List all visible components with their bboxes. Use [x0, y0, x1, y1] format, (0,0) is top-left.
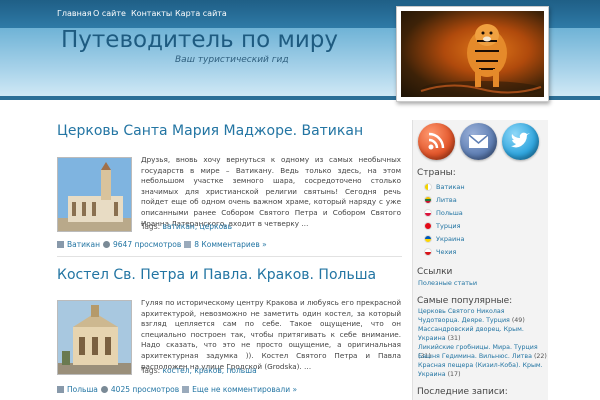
eye-icon	[103, 241, 111, 248]
nav-item-about[interactable]: О сайте	[93, 9, 126, 18]
post-excerpt: Друзья, вновь хочу вернуться к одному из…	[141, 155, 401, 228]
flag-icon	[424, 183, 432, 191]
eye-icon	[100, 386, 108, 393]
tiger-photo	[401, 11, 544, 97]
folder-icon	[57, 241, 64, 248]
header-photo-frame	[396, 6, 549, 102]
post-title[interactable]: Костел Св. Петра и Павла. Краков. Польша	[57, 267, 376, 283]
popular-count: (22)	[533, 353, 547, 360]
rss-icon[interactable]	[418, 123, 455, 160]
popular-count: (17)	[447, 370, 461, 378]
popular-link[interactable]: Церковь Святого Николая Чудотворца. Деяр…	[418, 308, 510, 324]
country-label: Украина	[436, 235, 465, 243]
post-thumbnail[interactable]	[57, 157, 132, 232]
post-views: 9647 просмотров	[113, 240, 182, 249]
flag-icon	[424, 248, 432, 256]
comment-icon	[182, 386, 190, 393]
country-label: Ватикан	[436, 183, 465, 191]
popular-link[interactable]: Башня Гедимина. Вильнюс. Литва	[418, 353, 532, 360]
church-image	[58, 301, 131, 374]
church-image	[58, 158, 131, 231]
post-category[interactable]: Ватикан	[67, 240, 100, 249]
comment-icon	[184, 241, 192, 248]
post-category[interactable]: Польша	[67, 385, 98, 394]
link-useful-articles[interactable]: Полезные статьи	[418, 279, 477, 287]
popular-count: (49)	[511, 316, 525, 324]
flag-icon	[424, 209, 432, 217]
post-comments-link[interactable]: 8 Комментариев »	[194, 240, 267, 249]
post-divider	[57, 256, 402, 257]
popular-item: Церковь Святого Николая Чудотворца. Деяр…	[418, 308, 548, 325]
popular-item: Башня Гедимина. Вильнюс. Литва (22)	[418, 353, 548, 362]
post-excerpt: Гуляя по историческому центру Кракова и …	[141, 298, 401, 371]
post-thumbnail[interactable]	[57, 300, 132, 375]
nav-item-sitemap[interactable]: Карта сайта	[175, 9, 227, 18]
tags-label: Tags:	[141, 366, 161, 375]
country-label: Польша	[436, 209, 463, 217]
tiger-illustration	[420, 24, 542, 97]
flag-icon	[424, 196, 432, 204]
twitter-icon[interactable]	[502, 123, 539, 160]
countries-heading: Страны:	[417, 168, 456, 178]
tag-links[interactable]: костел, краков, польша	[163, 366, 257, 375]
popular-link[interactable]: Ликийские гробницы. Мира. Турция	[418, 344, 538, 351]
popular-item: Красная пещера (Кизил-Коба). Крым. Украи…	[418, 362, 548, 379]
site-tagline: Ваш туристический гид	[175, 55, 289, 65]
post-meta: Польша 4025 просмотров Еще не комментиро…	[57, 385, 297, 394]
country-item[interactable]: Украина	[424, 235, 464, 243]
post-title[interactable]: Церковь Санта Мария Маджоре. Ватикан	[57, 123, 363, 139]
recent-heading: Последние записи:	[417, 387, 508, 397]
folder-icon	[57, 386, 64, 393]
tags-label: Tags:	[141, 222, 161, 231]
popular-heading: Самые популярные:	[417, 296, 513, 306]
links-heading: Ссылки	[417, 267, 453, 277]
nav-item-contacts[interactable]: Контакты	[131, 9, 172, 18]
post-tags: Tags: ватикан, церковь	[141, 222, 232, 231]
site-title[interactable]: Путеводитель по миру	[61, 27, 338, 53]
post-meta: Ватикан 9647 просмотров 8 Комментариев »	[57, 240, 267, 249]
post-tags: Tags: костел, краков, польша	[141, 366, 257, 375]
flag-icon	[424, 222, 432, 230]
country-item[interactable]: Литва	[424, 196, 457, 204]
country-item[interactable]: Ватикан	[424, 183, 465, 191]
country-item[interactable]: Турция	[424, 222, 461, 230]
popular-count: (31)	[447, 334, 461, 342]
country-item[interactable]: Польша	[424, 209, 463, 217]
tag-links[interactable]: ватикан, церковь	[163, 222, 233, 231]
mail-icon[interactable]	[460, 123, 497, 160]
nav-item-home[interactable]: Главная	[57, 9, 92, 18]
country-label: Чехия	[436, 248, 457, 256]
country-label: Турция	[436, 222, 461, 230]
post-comments-link[interactable]: Еще не комментировали »	[192, 385, 297, 394]
post-views: 4025 просмотров	[110, 385, 180, 394]
flag-icon	[424, 235, 432, 243]
popular-link[interactable]: Красная пещера (Кизил-Коба). Крым. Украи…	[418, 362, 543, 378]
popular-link[interactable]: Массандровский дворец. Крым. Украина	[418, 326, 524, 342]
country-item[interactable]: Чехия	[424, 248, 456, 256]
country-label: Литва	[436, 196, 457, 204]
popular-item: Массандровский дворец. Крым. Украина (31…	[418, 326, 548, 343]
